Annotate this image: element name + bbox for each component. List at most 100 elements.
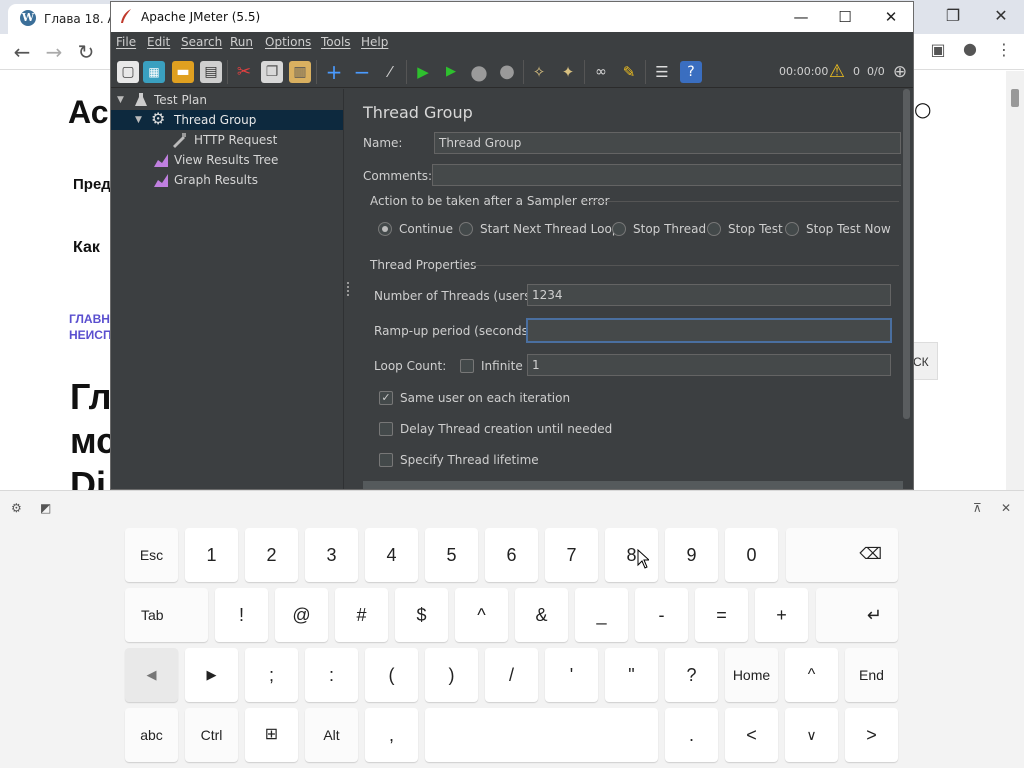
remote-icon[interactable]: ⊕ bbox=[889, 61, 911, 83]
key-equals[interactable]: = bbox=[695, 588, 748, 642]
same-user-label[interactable]: Same user on each iteration bbox=[400, 391, 570, 405]
key-windows-icon[interactable]: ⊞ bbox=[245, 708, 298, 762]
close-icon[interactable]: ✕ bbox=[871, 5, 911, 29]
key-exclaim[interactable]: ! bbox=[215, 588, 268, 642]
key-2[interactable]: 2 bbox=[245, 528, 298, 582]
thread-lifetime-label[interactable]: Specify Thread lifetime bbox=[400, 453, 539, 467]
stop-icon[interactable]: ● bbox=[468, 61, 490, 83]
radio-stop-test-label[interactable]: Stop Test bbox=[728, 222, 783, 236]
cut-icon[interactable]: ✂ bbox=[233, 61, 255, 83]
breadcrumb-line2[interactable]: НЕИСП bbox=[69, 328, 112, 342]
key-at[interactable]: @ bbox=[275, 588, 328, 642]
name-field[interactable]: Thread Group bbox=[434, 132, 901, 154]
key-question[interactable]: ? bbox=[665, 648, 718, 702]
key-1[interactable]: 1 bbox=[185, 528, 238, 582]
nav-link-2[interactable]: Как bbox=[73, 239, 100, 257]
infinite-label[interactable]: Infinite bbox=[481, 359, 523, 373]
key-enter[interactable]: ↵ bbox=[816, 588, 898, 642]
browser-restore-icon[interactable]: ❐ bbox=[938, 4, 968, 28]
breadcrumb-line1[interactable]: ГЛАВН bbox=[69, 312, 110, 326]
page-scrollbar-thumb[interactable] bbox=[1011, 89, 1019, 107]
key-8[interactable]: 8 bbox=[605, 528, 658, 582]
collapse-icon[interactable]: − bbox=[351, 61, 373, 83]
paste-icon[interactable]: ▥ bbox=[289, 61, 311, 83]
key-dollar[interactable]: $ bbox=[395, 588, 448, 642]
menu-run[interactable]: Run bbox=[230, 35, 253, 49]
keyboard-emoji-icon[interactable]: ◩ bbox=[40, 501, 51, 515]
radio-continue-label[interactable]: Continue bbox=[399, 222, 453, 236]
clear-all-icon[interactable]: ✦ bbox=[557, 61, 579, 83]
radio-start-next-loop-label[interactable]: Start Next Thread Loop bbox=[480, 222, 619, 236]
minimize-icon[interactable]: — bbox=[781, 5, 821, 29]
copy-icon[interactable]: ❐ bbox=[261, 61, 283, 83]
open-icon[interactable]: ▬ bbox=[172, 61, 194, 83]
delay-thread-checkbox[interactable] bbox=[379, 422, 393, 436]
key-close-paren[interactable]: ) bbox=[425, 648, 478, 702]
toggle-icon[interactable]: ⁄ bbox=[379, 61, 401, 83]
radio-stop-thread-label[interactable]: Stop Thread bbox=[633, 222, 706, 236]
expand-arrow-icon[interactable]: ▼ bbox=[117, 90, 124, 110]
profile-icon[interactable]: ● bbox=[958, 39, 982, 58]
key-5[interactable]: 5 bbox=[425, 528, 478, 582]
key-caret[interactable]: ^ bbox=[455, 588, 508, 642]
tree-node-graph-results[interactable]: Graph Results bbox=[111, 170, 343, 190]
key-semicolon[interactable]: ; bbox=[245, 648, 298, 702]
menu-file[interactable]: File bbox=[116, 35, 136, 49]
help-icon[interactable]: ? bbox=[680, 61, 702, 83]
key-underscore[interactable]: _ bbox=[575, 588, 628, 642]
menu-options[interactable]: Options bbox=[265, 35, 311, 49]
start-no-pauses-icon[interactable]: ▶ bbox=[440, 61, 462, 83]
radio-stop-thread[interactable] bbox=[612, 222, 626, 236]
thread-lifetime-checkbox[interactable] bbox=[379, 453, 393, 467]
key-7[interactable]: 7 bbox=[545, 528, 598, 582]
new-icon[interactable]: ▢ bbox=[117, 61, 139, 83]
shutdown-icon[interactable]: ● bbox=[496, 61, 518, 83]
key-right-arrow[interactable]: > bbox=[845, 708, 898, 762]
save-icon[interactable]: ▤ bbox=[200, 61, 222, 83]
delay-thread-label[interactable]: Delay Thread creation until needed bbox=[400, 422, 612, 436]
key-6[interactable]: 6 bbox=[485, 528, 538, 582]
key-0[interactable]: 0 bbox=[725, 528, 778, 582]
keyboard-settings-icon[interactable]: ⚙ bbox=[11, 501, 22, 515]
menu-search[interactable]: Search bbox=[181, 35, 222, 49]
function-helper-icon[interactable]: ☰ bbox=[651, 61, 673, 83]
site-search-icon[interactable]: ○ bbox=[914, 97, 931, 121]
key-ctrl[interactable]: Ctrl bbox=[185, 708, 238, 762]
split-handle-icon[interactable] bbox=[347, 282, 350, 296]
key-home[interactable]: Home bbox=[725, 648, 778, 702]
templates-icon[interactable]: ▦ bbox=[143, 61, 165, 83]
tree-node-http-request[interactable]: HTTP Request bbox=[111, 130, 343, 150]
radio-stop-test-now[interactable] bbox=[785, 222, 799, 236]
reload-icon[interactable]: ↻ bbox=[74, 40, 98, 64]
tree-node-test-plan[interactable]: ▼ Test Plan bbox=[111, 90, 343, 110]
infinite-checkbox[interactable] bbox=[460, 359, 474, 373]
sidebar-icon[interactable]: ▣ bbox=[926, 40, 950, 59]
panel-scrollbar-thumb[interactable] bbox=[903, 89, 910, 419]
key-up-arrow[interactable]: ^ bbox=[785, 648, 838, 702]
start-icon[interactable]: ▶ bbox=[412, 61, 434, 83]
key-down-arrow[interactable]: ∨ bbox=[785, 708, 838, 762]
key-plus[interactable]: + bbox=[755, 588, 808, 642]
page-button-partial[interactable]: СК bbox=[912, 342, 938, 380]
key-esc[interactable]: Esc bbox=[125, 528, 178, 582]
key-ampersand[interactable]: & bbox=[515, 588, 568, 642]
key-quote[interactable]: " bbox=[605, 648, 658, 702]
key-left-arrow[interactable]: < bbox=[725, 708, 778, 762]
key-minus[interactable]: - bbox=[635, 588, 688, 642]
split-pane-divider[interactable] bbox=[343, 89, 353, 489]
reset-search-icon[interactable]: ✎ bbox=[618, 61, 640, 83]
key-alt[interactable]: Alt bbox=[305, 708, 358, 762]
key-4[interactable]: 4 bbox=[365, 528, 418, 582]
radio-continue[interactable] bbox=[378, 222, 392, 236]
key-abc[interactable]: abc bbox=[125, 708, 178, 762]
panel-horizontal-scrollbar[interactable] bbox=[363, 481, 903, 489]
key-tab[interactable]: Tab bbox=[125, 588, 208, 642]
back-icon[interactable]: ← bbox=[10, 40, 34, 64]
same-user-checkbox[interactable]: ✓ bbox=[379, 391, 393, 405]
key-right-arrow-tab[interactable]: ▶ bbox=[185, 648, 238, 702]
keyboard-close-icon[interactable]: ✕ bbox=[1001, 501, 1011, 515]
expand-icon[interactable]: + bbox=[323, 61, 345, 83]
menu-help[interactable]: Help bbox=[361, 35, 388, 49]
key-backspace[interactable]: ⌫ bbox=[786, 528, 898, 582]
search-icon[interactable]: ∞ bbox=[590, 61, 612, 83]
